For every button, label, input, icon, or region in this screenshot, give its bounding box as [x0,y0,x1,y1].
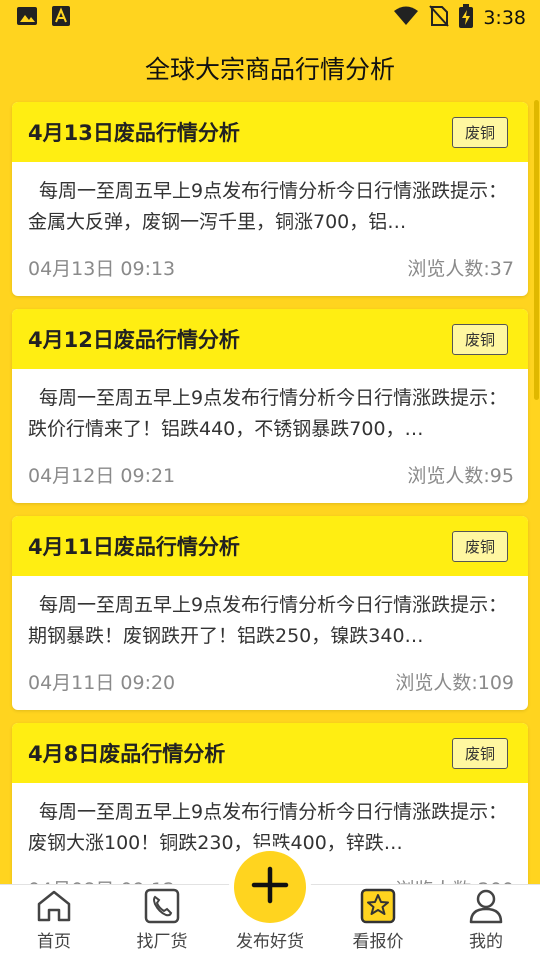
no-sim-icon [429,5,450,31]
article-card-header: 4月13日废品行情分析 废铜 [12,102,528,162]
plus-icon [250,865,290,909]
article-card[interactable]: 4月13日废品行情分析 废铜 每周一至周五早上9点发布行情分析今日行情涨跌提示：… [12,102,528,296]
article-list: 4月13日废品行情分析 废铜 每周一至周五早上9点发布行情分析今日行情涨跌提示：… [12,102,528,930]
category-tag[interactable]: 废铜 [451,530,508,562]
nav-quotes-label: 看报价 [352,932,404,952]
nav-publish-label: 发布好货 [236,932,304,952]
article-title: 4月13日废品行情分析 [28,121,240,145]
article-summary: 每周一至周五早上9点发布行情分析今日行情涨跌提示：期钢暴跌！废钢跌开了！铝跌25… [28,594,508,647]
category-tag[interactable]: 废铜 [451,737,508,769]
star-badge-icon [360,887,396,925]
article-views: 浏览人数:95 [407,464,514,487]
article-summary: 每周一至周五早上9点发布行情分析今日行情涨跌提示：金属大反弹，废钢一泻千里，铜涨… [28,180,508,233]
home-icon [35,887,73,925]
article-title: 4月8日废品行情分析 [28,742,226,766]
article-views: 浏览人数:37 [407,257,514,280]
text-a-icon [52,6,70,30]
battery-charging-icon [459,4,474,32]
page-title: 全球大宗商品行情分析 [144,55,395,84]
status-time: 3:38 [483,7,526,29]
article-date: 04月11日 09:20 [28,671,176,694]
article-card[interactable]: 4月12日废品行情分析 废铜 每周一至周五早上9点发布行情分析今日行情涨跌提示：… [12,309,528,503]
category-tag[interactable]: 废铜 [451,323,508,355]
scrollbar[interactable] [534,100,539,400]
user-icon [468,887,504,925]
article-title: 4月11日废品行情分析 [28,535,240,559]
nav-home[interactable]: 首页 [0,887,108,952]
status-bar: 3:38 [0,0,540,36]
nav-mine-label: 我的 [469,932,503,952]
category-tag[interactable]: 废铜 [451,116,508,148]
nav-find-factory[interactable]: 找厂货 [108,887,216,952]
article-card-header: 4月12日废品行情分析 废铜 [12,309,528,369]
wifi-icon [393,6,419,30]
phone-icon [144,887,180,925]
nav-quotes[interactable]: 看报价 [324,887,432,952]
article-title: 4月12日废品行情分析 [28,328,240,352]
article-card-header: 4月8日废品行情分析 废铜 [12,723,528,783]
article-card[interactable]: 4月11日废品行情分析 废铜 每周一至周五早上9点发布行情分析今日行情涨跌提示：… [12,516,528,710]
nav-mine[interactable]: 我的 [432,887,540,952]
nav-find-factory-label: 找厂货 [136,932,188,952]
app-header: 全球大宗商品行情分析 [0,36,540,100]
article-summary: 每周一至周五早上9点发布行情分析今日行情涨跌提示：跌价行情来了！铝跌440，不锈… [28,387,508,440]
article-date: 04月12日 09:21 [28,464,176,487]
nav-home-label: 首页 [37,932,71,952]
publish-fab-button[interactable] [234,851,306,923]
image-icon [16,6,38,30]
article-views: 浏览人数:109 [395,671,514,694]
article-date: 04月13日 09:13 [28,257,176,280]
article-card-header: 4月11日废品行情分析 废铜 [12,516,528,576]
article-summary: 每周一至周五早上9点发布行情分析今日行情涨跌提示：废钢大涨100！铜跌230，铝… [28,801,508,854]
